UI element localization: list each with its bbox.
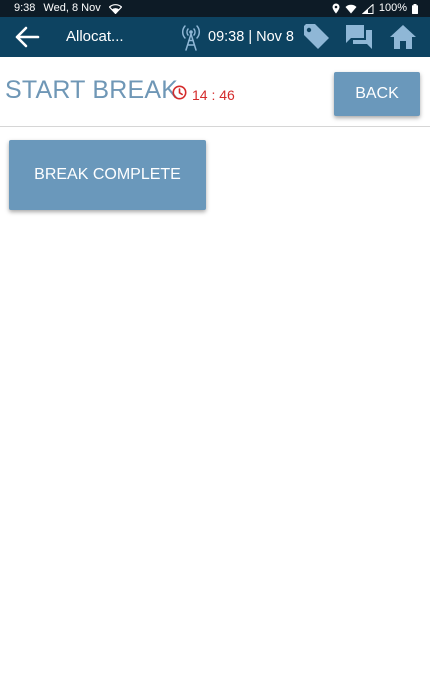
break-timer: 14 : 46 xyxy=(172,85,235,104)
status-time: 9:38 xyxy=(14,2,36,14)
screen: 9:38 Wed, 8 Nov 100% Allocat... 09:38 | … xyxy=(0,0,430,688)
battery-icon xyxy=(412,3,418,14)
status-left: 9:38 Wed, 8 Nov xyxy=(14,0,122,17)
break-complete-button[interactable]: BREAK COMPLETE xyxy=(9,140,206,210)
page-title: START BREAK xyxy=(5,76,179,104)
wifi-status-icon xyxy=(345,4,357,14)
home-icon[interactable] xyxy=(389,23,417,51)
clock-icon xyxy=(172,85,187,104)
wifi-icon xyxy=(108,3,122,14)
location-icon xyxy=(332,3,340,14)
app-title: Allocat... xyxy=(66,28,124,45)
tag-icon[interactable] xyxy=(302,23,330,51)
radio-tower-icon xyxy=(178,22,204,52)
back-button[interactable]: BACK xyxy=(334,72,420,116)
signal-icon xyxy=(361,3,374,14)
app-bar: Allocat... 09:38 | Nov 8 xyxy=(0,17,430,57)
clock-date-text: 09:38 | Nov 8 xyxy=(208,29,294,45)
status-right: 100% xyxy=(332,0,418,17)
status-bar: 9:38 Wed, 8 Nov 100% xyxy=(0,0,430,17)
timer-value: 14 : 46 xyxy=(192,86,235,103)
battery-text: 100% xyxy=(378,2,407,14)
status-date: Wed, 8 Nov xyxy=(43,2,101,14)
chat-icon[interactable] xyxy=(345,23,373,51)
back-arrow-icon[interactable] xyxy=(14,25,40,49)
page-header: START BREAK 14 : 46 BACK xyxy=(0,57,430,127)
